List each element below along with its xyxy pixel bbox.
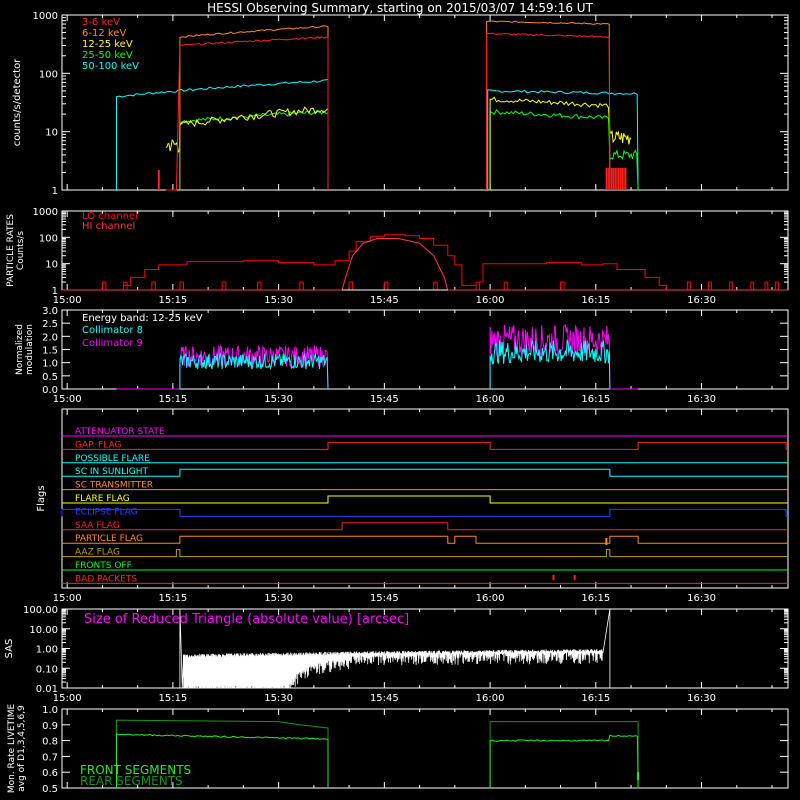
modulation-time-tick-label: 15:15 [158,394,187,405]
particle-time-tick-label: 16:15 [581,295,610,306]
particle-y-axis-label: Counts/s [16,231,26,270]
particle-panel-frame [61,210,789,291]
sas-time-tick-label: 15:30 [264,693,293,704]
sas-y-tick-label: 0.10 [36,664,58,675]
sas-legend: Size of Reduced Triangle (absolute value… [84,612,409,627]
modulation-y-tick-label: 0.5 [42,372,58,383]
flags-time-tick-label: 16:00 [476,593,505,604]
flags-time-tick-label: 15:30 [264,593,293,604]
livetime-y-tick-label: 0.6 [42,768,58,779]
rates-y-tick-label: 1000 [33,11,58,22]
flag-line [62,468,788,477]
flag-line [62,441,788,450]
modulation-time-tick-label: 16:00 [476,394,505,405]
rates-y-tick-label: 10 [45,128,58,139]
modulation-series-collimator-8 [489,338,611,390]
modulation-y-tick-label: 1.0 [42,359,58,370]
rates-series-12-25-kev [165,106,329,190]
modulation-y-axis-label: Normalized [15,324,25,375]
sas-y-tick-label: 100.00 [23,605,58,616]
sas-time-tick-label: 16:00 [476,693,505,704]
modulation-time-tick-label: 15:30 [264,394,293,405]
rates-panel-frame [61,14,789,191]
observing-summary-chart: HESSI Observing Summary, starting on 201… [4,1,789,795]
rates-y-tick-label: 1 [52,186,58,197]
livetime-y-tick-label: 1.0 [42,705,58,716]
rates-series-3-6-kev [486,32,611,191]
particle-y-tick-label: 1 [52,286,58,297]
flag-line [62,535,788,544]
particle-y-tick-label: 1000 [33,207,58,218]
particle-series-lo-channel [67,234,788,291]
flag-line [62,522,788,531]
rates-series-50-100-kev [116,78,329,190]
livetime-y-axis-label: avg of D1,3,4,5,6,9 [17,705,27,792]
sas-y-tick-label: 10.00 [29,625,58,636]
livetime-legend-entry: REAR SEGMENTS [80,774,183,788]
particle-time-tick-label: 15:45 [370,295,399,306]
rates-series-25-50-kev [179,109,329,190]
rates-series-6-12-kev [486,20,611,191]
sas-time-tick-label: 15:15 [158,693,187,704]
flag-line [62,495,788,504]
particle-time-tick-label: 16:30 [687,295,716,306]
flags-time-tick-label: 16:30 [687,593,716,604]
sas-time-tick-label: 15:45 [370,693,399,704]
livetime-y-tick-label: 0.9 [42,721,58,732]
modulation-y-tick-label: 1.5 [42,346,58,357]
particle-time-tick-label: 15:15 [158,295,187,306]
modulation-legend-entry: Collimator 9 [82,338,143,349]
livetime-series-front-segments [489,734,639,789]
particle-legend-entry: HI channel [82,221,135,232]
modulation-time-tick-label: 15:45 [370,394,399,405]
flag-line [62,549,788,558]
particle-time-tick-label: 16:00 [476,295,505,306]
modulation-y-tick-label: 2.0 [42,332,58,343]
particle-time-tick-label: 15:30 [264,295,293,306]
modulation-y-tick-label: 2.5 [42,319,58,330]
sas-y-axis-label: SAS [4,639,15,659]
livetime-y-axis-label: Mon. Rate LIVETIME [7,704,17,794]
rates-legend-entry: 6-12 keV [82,28,126,39]
flags-y-axis-label: Flags [36,485,47,511]
modulation-time-tick-label: 16:30 [687,394,716,405]
livetime-y-tick-label: 0.7 [42,752,58,763]
particle-y-tick-label: 100 [39,233,58,244]
particle-series-hi-channel [62,238,788,291]
livetime-series-rear-segments [489,721,639,788]
sas-time-tick-label: 16:15 [581,693,610,704]
rates-legend-entry: 3-6 keV [82,17,120,28]
rates-y-axis-label: counts/s/detector [12,58,23,146]
livetime-y-tick-label: 0.8 [42,737,58,748]
chart-title: HESSI Observing Summary, starting on 201… [207,1,593,15]
rates-legend-entry: 50-100 keV [82,61,139,72]
modulation-time-tick-label: 16:15 [581,394,610,405]
modulation-y-tick-label: 0.0 [42,385,58,396]
modulation-legend-entry: Collimator 8 [82,325,143,336]
sas-time-tick-label: 16:30 [687,693,716,704]
flags-time-tick-label: 15:15 [158,593,187,604]
particle-y-axis-label: PARTICLE RATES [6,214,16,287]
flags-time-tick-label: 15:45 [370,593,399,604]
livetime-y-tick-label: 0.5 [42,784,58,795]
flags-time-tick-label: 16:15 [581,593,610,604]
sas-y-tick-label: 0.01 [36,684,58,695]
rates-legend-entry: 25-50 keV [82,50,133,61]
particle-y-tick-label: 10 [45,260,58,271]
sas-y-tick-label: 1.00 [36,645,58,656]
modulation-y-axis-label: modulation [25,324,35,375]
rates-y-tick-label: 100 [39,69,58,80]
modulation-y-tick-label: 3.0 [42,306,58,317]
flags-time-tick-label: 15:00 [53,593,82,604]
modulation-series-collimator-9 [489,323,611,390]
modulation-legend-entry: Energy band: 12-25 keV [82,313,203,324]
flag-line [61,508,788,517]
rates-legend-entry: 12-25 keV [82,39,133,50]
